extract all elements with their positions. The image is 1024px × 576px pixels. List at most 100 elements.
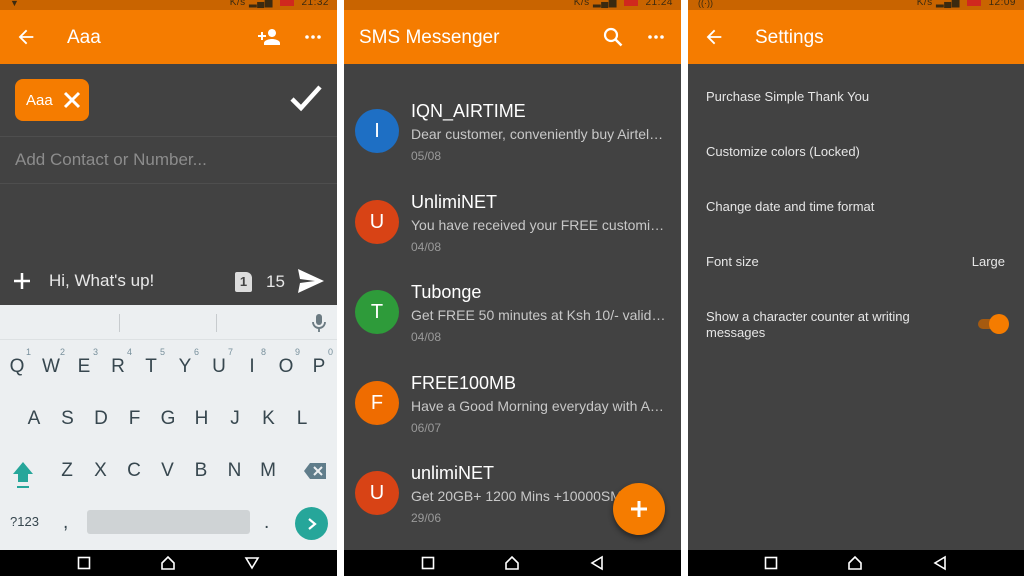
setting-font-size[interactable]: Font size [706, 254, 759, 269]
add-contact-input[interactable]: Add Contact or Number... [15, 150, 207, 170]
more-options-icon[interactable] [642, 23, 670, 51]
conversation-item[interactable]: F FREE100MB Have a Good Morning everyday w… [344, 364, 681, 454]
network-speed: K/s [573, 0, 590, 8]
contact-avatar: I [355, 109, 399, 153]
signal-icon: ▂▄▆ [935, 0, 960, 8]
key-h[interactable]: H [190, 408, 214, 430]
more-options-icon[interactable] [299, 23, 327, 51]
setting-char-counter[interactable]: Show a character counter at writing mess… [706, 309, 936, 341]
recipient-chip[interactable]: Aaa [15, 79, 89, 121]
contact-avatar: T [355, 290, 399, 334]
setting-date-format[interactable]: Change date and time format [706, 199, 874, 214]
key-hint: 3 [92, 347, 98, 357]
search-icon[interactable] [599, 23, 627, 51]
notification-icon: ((·)) [698, 0, 713, 8]
key-k[interactable]: K [257, 408, 281, 430]
home-icon[interactable] [159, 554, 177, 572]
key-u[interactable]: U7 [207, 347, 233, 378]
key-a[interactable]: A [22, 408, 46, 430]
back-arrow-icon[interactable] [12, 23, 40, 51]
symbols-key[interactable]: ?123 [10, 514, 39, 529]
sender-name: UnlimiNET [411, 191, 498, 212]
soft-keyboard: Q1 W2E3 R4T5 Y6 U7I8 O9P0 ASDFGHJKL ZXCVBNM ?… [0, 305, 337, 550]
message-snippet: Have a Good Morning everyday with Airtel… [411, 397, 667, 414]
microphone-icon[interactable] [311, 313, 327, 338]
key-c[interactable]: C [122, 460, 146, 482]
key-g[interactable]: G [156, 408, 180, 430]
recent-apps-icon[interactable] [419, 554, 437, 572]
signal-icon: ▂▄▆ [248, 0, 273, 8]
key-e[interactable]: E3 [72, 347, 98, 378]
key-s[interactable]: S [56, 408, 80, 430]
message-date: 05/08 [411, 149, 442, 163]
key-n[interactable]: N [223, 460, 247, 482]
key-hint: 9 [294, 347, 300, 357]
key-j[interactable]: J [223, 408, 247, 430]
message-date: 04/08 [411, 239, 442, 254]
confirm-check-icon[interactable] [290, 84, 322, 117]
key-o[interactable]: O9 [274, 347, 300, 378]
message-input[interactable]: Hi, What's up! [49, 271, 154, 291]
remove-recipient-icon[interactable] [62, 90, 82, 114]
key-f[interactable]: F [123, 408, 147, 430]
enter-key[interactable] [295, 507, 328, 540]
char-counter-toggle[interactable] [978, 314, 1009, 334]
recent-apps-icon[interactable] [75, 554, 93, 572]
suggestion-strip [0, 305, 337, 340]
compose-bar: Hi, What's up! 1 15 [0, 258, 337, 304]
conversation-item[interactable]: U UnlimiNET You have received your FREE cu… [344, 183, 681, 273]
conversations-screen: K/s ▂▄▆ 21:24 SMS Messenger I IQN_AIRTIME… [344, 0, 681, 576]
back-nav-icon[interactable] [243, 554, 261, 572]
battery-icon [967, 0, 982, 6]
setting-customize-colors[interactable]: Customize colors (Locked) [706, 144, 860, 159]
new-message-button[interactable] [613, 483, 665, 535]
divider [0, 136, 337, 137]
status-time: 21:32 [301, 0, 329, 8]
sim-card-icon[interactable]: 1 [235, 272, 252, 292]
key-i[interactable]: I8 [240, 347, 266, 378]
contact-avatar: F [355, 380, 399, 425]
backspace-key[interactable] [303, 462, 327, 485]
space-key[interactable] [87, 510, 250, 534]
key-hint: 5 [159, 347, 165, 357]
key-hint: 8 [260, 347, 266, 357]
send-icon[interactable] [297, 268, 325, 299]
shift-key[interactable] [11, 460, 35, 495]
conversation-item[interactable]: T Tubonge Get FREE 50 minutes at Ksh 10/- … [344, 273, 681, 363]
key-d[interactable]: D [89, 408, 113, 430]
contact-avatar: U [355, 199, 399, 244]
recent-apps-icon[interactable] [762, 554, 780, 572]
back-arrow-icon[interactable] [700, 23, 728, 51]
period-key[interactable]: . [264, 512, 269, 534]
key-t[interactable]: T5 [139, 347, 165, 378]
key-m[interactable]: M [256, 460, 280, 482]
key-v[interactable]: V [156, 460, 180, 482]
comma-key[interactable]: , [63, 512, 68, 534]
sender-name: Tubonge [411, 282, 482, 302]
attach-plus-icon[interactable] [12, 271, 32, 296]
setting-purchase[interactable]: Purchase Simple Thank You [706, 89, 869, 104]
key-z[interactable]: Z [55, 460, 79, 482]
message-date: 06/07 [411, 420, 442, 435]
network-speed: K/s [229, 0, 246, 8]
key-r[interactable]: R4 [106, 347, 132, 378]
key-l[interactable]: L [290, 408, 314, 430]
message-date: 29/06 [411, 511, 442, 525]
battery-icon [280, 0, 295, 6]
key-w[interactable]: W2 [39, 347, 65, 378]
key-q[interactable]: Q1 [5, 347, 31, 378]
conversation-item[interactable]: I IQN_AIRTIME Dear customer, conveniently … [344, 92, 681, 182]
key-b[interactable]: B [189, 460, 213, 482]
key-x[interactable]: X [89, 460, 113, 482]
back-nav-icon[interactable] [587, 554, 605, 572]
key-p[interactable]: P0 [307, 347, 333, 378]
message-snippet: Get FREE 50 minutes at Ksh 10/- valid fo… [411, 307, 667, 323]
home-icon[interactable] [503, 554, 521, 572]
add-person-icon[interactable] [255, 23, 283, 51]
home-icon[interactable] [846, 554, 864, 572]
back-nav-icon[interactable] [930, 554, 948, 572]
message-date: 04/08 [411, 330, 442, 344]
key-hint: 4 [126, 347, 132, 357]
key-y[interactable]: Y6 [173, 347, 199, 378]
toolbar: SMS Messenger [344, 10, 681, 64]
